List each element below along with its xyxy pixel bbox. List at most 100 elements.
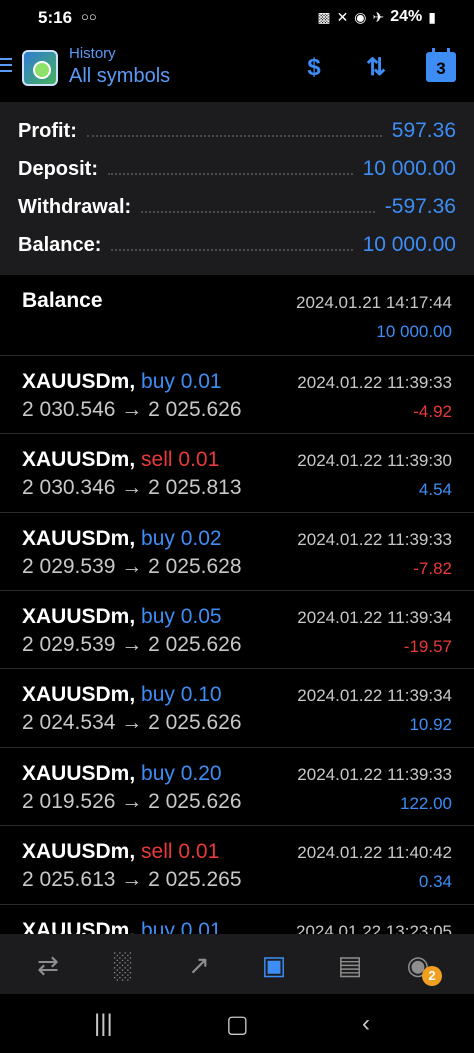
symbol-name: XAUUSDm,: [22, 370, 136, 393]
deal-prices: 2 030.346 → 2 025.813: [22, 476, 242, 499]
back-icon[interactable]: ‹: [362, 1010, 370, 1038]
status-icons: ▩ ✕ ◉ ✈ 24% ▮: [317, 8, 436, 26]
summary-label: Deposit:: [18, 157, 98, 180]
deal-symbol: XAUUSDm, sell 0.01: [22, 840, 219, 864]
deal-prices: 2 019.526 → 2 025.626: [22, 790, 242, 813]
deal-symbol: XAUUSDm, buy 0.10: [22, 683, 222, 707]
deal-symbol: XAUUSDm, buy 0.01: [22, 370, 222, 394]
wifi-icon: ◉: [354, 8, 367, 25]
recent-apps-icon[interactable]: |||: [94, 1010, 113, 1038]
deal-prices: 2 029.539 → 2 025.628: [22, 555, 242, 578]
deal-row[interactable]: XAUUSDm, buy 0.02 2 029.539 → 2 025.628 …: [0, 512, 474, 590]
symbol-name: XAUUSDm,: [22, 683, 136, 706]
app-header: History All symbols $ ⇅ 3: [0, 36, 474, 102]
dotted-leader: [141, 211, 375, 213]
deal-prices: 2 030.546 → 2 025.626: [22, 398, 242, 421]
deal-row[interactable]: XAUUSDm, buy 0.05 2 029.539 → 2 025.626 …: [0, 590, 474, 668]
deal-time: 2024.01.22 11:39:34: [297, 608, 452, 627]
summary-value: 10 000.00: [362, 233, 456, 256]
deal-row[interactable]: XAUUSDm, buy 0.01 2 030.546 → 2 025.626 …: [0, 355, 474, 433]
summary-row-withdrawal: Withdrawal: -597.36: [18, 192, 456, 222]
quotes-icon[interactable]: ⇄: [28, 948, 68, 982]
status-bar: 5:16 ○○ ▩ ✕ ◉ ✈ 24% ▮: [0, 0, 474, 36]
balance-amount: 10 000.00: [376, 322, 452, 341]
summary-row-deposit: Deposit: 10 000.00: [18, 154, 456, 184]
chat-badge: 2: [422, 966, 442, 986]
deal-type: buy 0.10: [141, 683, 222, 706]
currency-filter-icon[interactable]: $: [296, 50, 332, 86]
deal-time: 2024.01.22 11:39:34: [297, 686, 452, 705]
deal-symbol: XAUUSDm, buy 0.05: [22, 605, 222, 629]
deal-profit: -4.92: [413, 402, 452, 421]
symbol-name: XAUUSDm,: [22, 448, 136, 471]
deal-prices: 2 024.534 → 2 025.626: [22, 711, 242, 734]
deal-type: sell 0.01: [141, 448, 220, 471]
metatrader-logo[interactable]: [22, 50, 58, 86]
summary-value: -597.36: [384, 195, 456, 218]
deal-time: 2024.01.22 11:39:30: [297, 451, 452, 470]
status-time: 5:16: [38, 8, 73, 27]
deal-time: 2024.01.22 11:40:42: [297, 843, 452, 862]
deal-prices: 2 025.613 → 2 025.265: [22, 868, 242, 891]
deal-time: 2024.01.21 14:17:44: [296, 293, 452, 312]
account-summary: Profit: 597.36 Deposit: 10 000.00 Withdr…: [0, 102, 474, 275]
airplane-icon: ✈: [372, 8, 385, 25]
balance-label: Balance: [22, 289, 103, 312]
deal-type: buy 0.20: [141, 762, 222, 785]
dotted-leader: [111, 249, 353, 251]
symbol-name: XAUUSDm,: [22, 840, 136, 863]
deal-row[interactable]: XAUUSDm, buy 0.10 2 024.534 → 2 025.626 …: [0, 668, 474, 746]
history-icon[interactable]: ▣: [254, 948, 294, 982]
deal-row[interactable]: XAUUSDm, sell 0.01 2 030.346 → 2 025.813…: [0, 433, 474, 511]
symbol-name: XAUUSDm,: [22, 605, 136, 628]
deal-profit: 10.92: [409, 715, 452, 734]
home-icon[interactable]: ▢: [226, 1010, 249, 1039]
deal-row[interactable]: XAUUSDm, buy 0.20 2 019.526 → 2 025.626 …: [0, 747, 474, 825]
deal-symbol: XAUUSDm, buy 0.02: [22, 527, 222, 551]
summary-label: Balance:: [18, 233, 102, 256]
balance-entry[interactable]: Balance 2024.01.21 14:17:44 10 000.00: [0, 276, 474, 355]
battery-icon: ▮: [428, 8, 436, 25]
deal-time: 2024.01.22 11:39:33: [297, 765, 452, 784]
deal-type: buy 0.05: [141, 605, 222, 628]
system-nav: ||| ▢ ‹: [0, 994, 474, 1053]
deal-row[interactable]: XAUUSDm, sell 0.01 2 025.613 → 2 025.265…: [0, 825, 474, 903]
chart-icon[interactable]: ░: [102, 948, 142, 982]
deal-profit: 4.54: [418, 480, 452, 499]
header-subtitle: History: [69, 45, 116, 62]
calendar-icon[interactable]: 3: [426, 48, 456, 82]
deal-prices: 2 029.539 → 2 025.626: [22, 633, 242, 656]
menu-icon[interactable]: [0, 58, 14, 74]
deal-time: 2024.01.22 11:39:33: [297, 530, 452, 549]
header-title[interactable]: All symbols: [69, 65, 170, 88]
deal-profit: 0.34: [418, 872, 452, 891]
dotted-leader: [108, 173, 353, 175]
deal-type: buy 0.02: [141, 527, 222, 550]
summary-value: 10 000.00: [362, 157, 456, 180]
summary-row-balance: Balance: 10 000.00: [18, 230, 456, 260]
symbol-name: XAUUSDm,: [22, 527, 136, 550]
summary-value: 597.36: [391, 119, 456, 142]
chat-icon[interactable]: ◉ 2: [398, 948, 442, 986]
deal-profit: -7.82: [413, 559, 452, 578]
summary-row-profit: Profit: 597.36: [18, 116, 456, 146]
sort-icon[interactable]: ⇅: [358, 50, 394, 86]
deal-time: 2024.01.22 11:39:33: [297, 373, 452, 392]
deal-profit: 122.00: [400, 794, 452, 813]
deal-type: sell 0.01: [141, 840, 220, 863]
bottom-nav: ⇄ ░ ↗ ▣ ▤ ◉ 2: [0, 934, 474, 994]
voicemail-icon: ○○: [81, 9, 97, 24]
battery-level: 24%: [390, 8, 423, 25]
mute-icon: ✕: [336, 8, 349, 25]
summary-label: Withdrawal:: [18, 195, 132, 218]
deal-symbol: XAUUSDm, buy 0.20: [22, 762, 222, 786]
symbol-name: XAUUSDm,: [22, 762, 136, 785]
deal-type: buy 0.01: [141, 370, 222, 393]
news-icon[interactable]: ▤: [330, 948, 370, 982]
battery-saver-icon: ▩: [317, 8, 331, 25]
trade-icon[interactable]: ↗: [179, 948, 219, 982]
summary-label: Profit:: [18, 119, 77, 142]
dotted-leader: [86, 135, 382, 137]
deal-profit: -19.57: [403, 637, 452, 656]
deal-symbol: XAUUSDm, sell 0.01: [22, 448, 219, 472]
